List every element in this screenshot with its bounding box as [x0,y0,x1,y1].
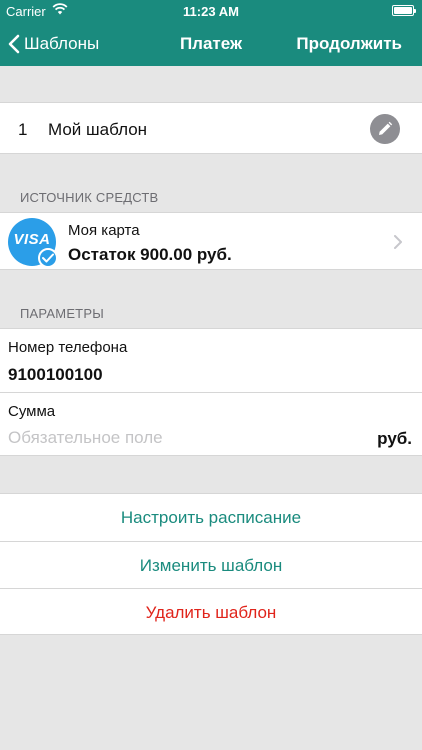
phone-field[interactable]: 9100100100 [8,365,103,385]
continue-button[interactable]: Продолжить [296,22,402,66]
status-bar: Carrier 11:23 AM [0,0,422,22]
amount-label: Сумма [8,403,56,420]
card-balance: Остаток 900.00 руб. [68,245,232,264]
parameters-group: Номер телефона 9100100100 Сумма руб. [0,328,422,456]
amount-input[interactable] [8,426,338,450]
funding-source-header: ИСТОЧНИК СРЕДСТВ [20,190,159,205]
back-button[interactable]: Шаблоны [8,22,99,66]
back-button-label: Шаблоны [24,34,100,53]
chevron-left-icon [8,34,20,54]
payment-card-row[interactable]: VISA Моя карта Остаток 900.00 руб. [0,212,422,270]
visa-logo-text: VISA [13,231,51,248]
template-name: Мой шаблон [48,120,148,139]
chevron-right-icon [394,235,402,249]
checkmark-icon [38,248,58,268]
visa-card-icon: VISA [8,218,58,268]
actions-group: Настроить расписание Изменить шаблон Уда… [0,493,422,635]
clock: 11:23 AM [183,4,239,19]
card-name: Моя карта [68,222,140,239]
delete-template-button[interactable]: Удалить шаблон [0,588,422,635]
template-number: 1 [18,120,28,139]
pencil-icon [379,121,393,135]
currency-label: руб. [377,429,412,448]
edit-name-button[interactable] [370,114,400,144]
divider [0,392,422,393]
navigation-bar: Шаблоны Платеж Продолжить [0,22,422,66]
template-name-row: 1 Мой шаблон [0,102,422,154]
phone-label: Номер телефона [8,339,128,356]
battery-icon [392,5,416,16]
edit-template-button[interactable]: Изменить шаблон [0,541,422,588]
schedule-button[interactable]: Настроить расписание [0,494,422,541]
parameters-header: ПАРАМЕТРЫ [20,306,104,321]
